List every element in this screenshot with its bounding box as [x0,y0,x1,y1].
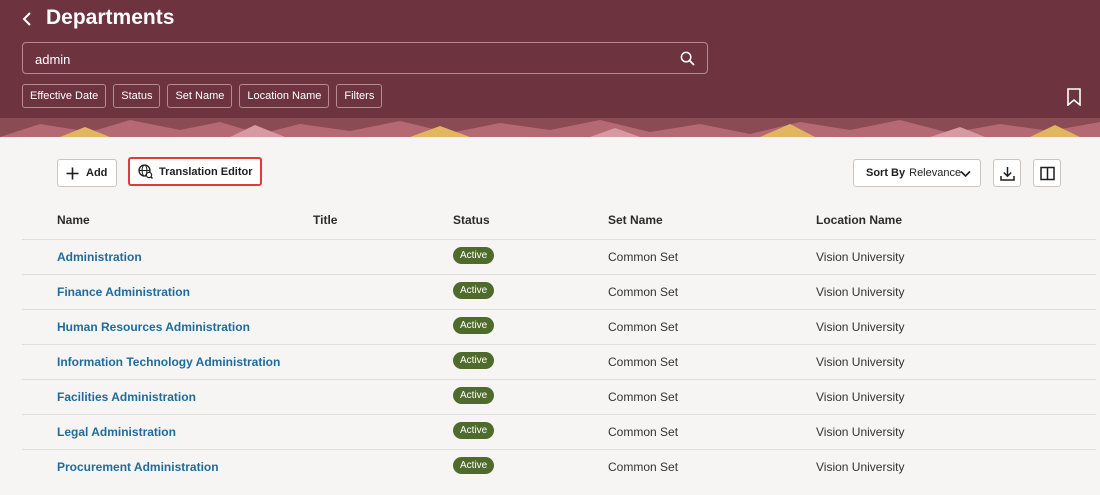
filter-chip-filters[interactable]: Filters [336,84,383,108]
filter-chips: Effective Date Status Set Name Location … [22,84,383,108]
filter-chip-set-name[interactable]: Set Name [167,84,233,108]
columns-icon [1039,166,1055,180]
location-name-cell: Vision University [816,320,905,334]
table-row[interactable]: Finance Administration Active Common Set… [22,274,1096,309]
download-icon [999,166,1015,181]
status-badge-cell: Active [453,457,495,474]
set-name-cell: Common Set [608,285,679,299]
translation-editor-button[interactable]: Translation Editor [128,157,262,186]
search-box [22,42,708,74]
column-header-set-name[interactable]: Set Name [608,213,663,227]
department-name-link[interactable]: Information Technology Administration [57,355,280,369]
page-header: Departments Effective Date Status Set Na… [0,0,1100,137]
column-header-location-name[interactable]: Location Name [816,213,902,227]
add-button-label: Add [86,167,108,179]
download-button[interactable] [993,159,1021,187]
table-row[interactable]: Legal Administration Active Common Set V… [22,414,1096,449]
department-name-link[interactable]: Facilities Administration [57,390,196,404]
columns-button[interactable] [1033,159,1061,187]
status-badge-cell: Active [453,422,495,439]
filter-chip-status[interactable]: Status [113,84,161,108]
search-icon[interactable] [680,51,695,66]
location-name-cell: Vision University [816,460,905,474]
status-badge-cell: Active [453,317,495,334]
set-name-cell: Common Set [608,460,679,474]
sort-dropdown[interactable]: Sort By Relevance [853,159,981,187]
location-name-cell: Vision University [816,285,905,299]
location-name-cell: Vision University [816,250,905,264]
search-input[interactable] [35,49,655,69]
set-name-cell: Common Set [608,320,679,334]
sort-label: Sort By [866,167,906,179]
page-title: Departments [46,6,175,29]
bookmark-icon[interactable] [1066,88,1082,106]
table-row[interactable]: Facilities Administration Active Common … [22,379,1096,414]
plus-icon [66,167,79,179]
department-name-link[interactable]: Procurement Administration [57,460,219,474]
set-name-cell: Common Set [608,390,679,404]
header-decoration [0,118,1100,137]
location-name-cell: Vision University [816,425,905,439]
column-header-title[interactable]: Title [313,213,337,227]
back-arrow-icon[interactable] [18,9,38,29]
set-name-cell: Common Set [608,250,679,264]
set-name-cell: Common Set [608,355,679,369]
column-header-status[interactable]: Status [453,213,490,227]
status-badge: Active [453,422,495,439]
status-badge: Active [453,317,495,334]
translation-editor-label: Translation Editor [159,165,253,178]
table-row[interactable]: Human Resources Administration Active Co… [22,309,1096,344]
add-button[interactable]: Add [57,159,117,187]
location-name-cell: Vision University [816,390,905,404]
column-header-name[interactable]: Name [57,213,90,227]
department-name-link[interactable]: Human Resources Administration [57,320,250,334]
status-badge-cell: Active [453,247,495,264]
status-badge: Active [453,457,495,474]
status-badge-cell: Active [453,282,495,299]
table-row[interactable]: Information Technology Administration Ac… [22,344,1096,379]
table-row[interactable]: Administration Active Common Set Vision … [22,239,1096,274]
filter-chip-effective-date[interactable]: Effective Date [22,84,107,108]
status-badge: Active [453,282,495,299]
location-name-cell: Vision University [816,355,905,369]
status-badge: Active [453,247,495,264]
status-badge-cell: Active [453,387,495,404]
set-name-cell: Common Set [608,425,679,439]
globe-translate-icon [138,164,153,179]
department-name-link[interactable]: Finance Administration [57,285,190,299]
filter-chip-location-name[interactable]: Location Name [239,84,330,108]
department-name-link[interactable]: Legal Administration [57,425,176,439]
table-row[interactable]: Procurement Administration Active Common… [22,449,1096,484]
sort-value: Relevance [909,167,962,179]
status-badge: Active [453,352,495,369]
department-name-link[interactable]: Administration [57,250,142,264]
status-badge: Active [453,387,495,404]
chevron-down-icon [960,170,971,178]
status-badge-cell: Active [453,352,495,369]
